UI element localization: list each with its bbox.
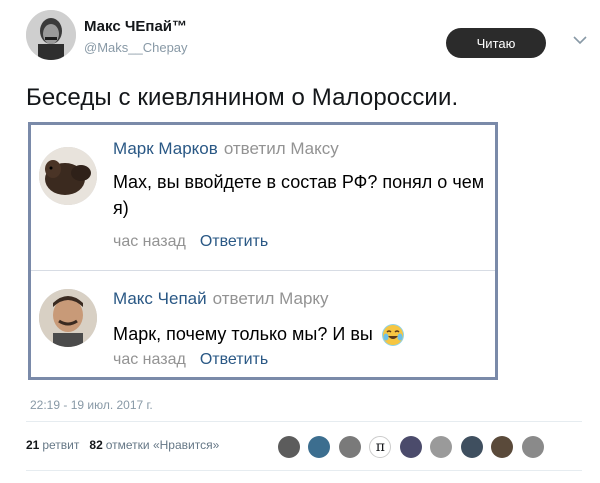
tweet-header: Макс ЧЕпай™ @Maks__Chepay Читаю [26, 10, 587, 66]
comment: Макс Чепай ответил Марку Марк, почему тол… [31, 271, 495, 383]
liker-avatar[interactable]: π [369, 436, 392, 458]
tweet-text: Беседы с киевлянином о Малороссии. [26, 84, 459, 111]
retweet-count[interactable]: 21 [26, 438, 39, 452]
tweet-timestamp[interactable]: 22:19 - 19 июл. 2017 г. [30, 398, 153, 412]
like-label[interactable]: отметки «Нравится» [106, 438, 220, 452]
commenter-avatar[interactable] [39, 289, 97, 347]
comment: Марк Марков ответил Максу Max, вы ввойдет… [31, 125, 495, 270]
liker-avatar[interactable] [491, 436, 514, 458]
liker-avatar[interactable] [308, 436, 331, 458]
likers-avatars: π [278, 436, 548, 462]
comment-author[interactable]: Марк Марков [113, 139, 218, 158]
comment-text: Марк, почему только мы? И вы [113, 321, 493, 347]
liker-avatar[interactable] [521, 436, 544, 458]
divider [26, 421, 582, 422]
comment-header: Марк Марков ответил Максу [113, 139, 339, 159]
divider [26, 470, 582, 471]
chevron-down-icon[interactable] [568, 28, 592, 52]
author-handle[interactable]: @Maks__Chepay [84, 40, 188, 55]
liker-avatar[interactable] [460, 436, 483, 458]
retweet-label[interactable]: ретвит [42, 438, 79, 452]
author-name[interactable]: Макс ЧЕпай™ [84, 18, 187, 35]
liker-avatar[interactable] [278, 436, 300, 458]
comments-screenshot: Марк Марков ответил Максу Max, вы ввойдет… [28, 122, 498, 380]
comment-action: ответил Марку [212, 289, 329, 308]
comment-time: час назад [113, 351, 186, 368]
comment-text: Max, вы ввойдете в состав РФ? понял о че… [113, 172, 485, 218]
comment-meta: час назад Ответить [113, 351, 268, 369]
commenter-avatar[interactable] [39, 147, 97, 205]
liker-avatar[interactable] [338, 436, 361, 458]
comment-header: Макс Чепай ответил Марку [113, 289, 329, 309]
like-count[interactable]: 82 [89, 438, 102, 452]
tears-of-joy-emoji-icon [381, 324, 404, 347]
comment-time: час назад [113, 233, 186, 250]
comment-meta: час назад Ответить [113, 233, 268, 251]
liker-avatar[interactable] [399, 436, 422, 458]
follow-button[interactable]: Читаю [446, 28, 546, 58]
author-avatar[interactable] [26, 10, 76, 60]
comment-action: ответил Максу [223, 139, 339, 158]
comment-text-content: Марк, почему только мы? И вы [113, 324, 373, 344]
tweet-stats: 21 ретвит 82 отметки «Нравится» [26, 438, 229, 452]
reply-link[interactable]: Ответить [200, 233, 268, 250]
liker-avatar[interactable] [430, 436, 453, 458]
comment-author[interactable]: Макс Чепай [113, 289, 207, 308]
reply-link[interactable]: Ответить [200, 351, 268, 368]
